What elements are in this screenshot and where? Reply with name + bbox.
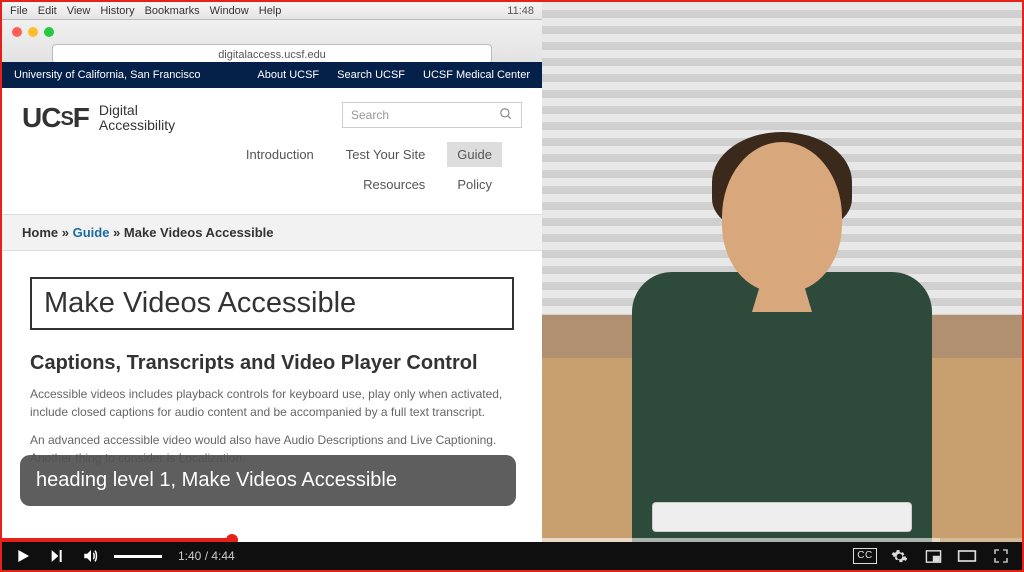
presenter-scene	[542, 2, 1022, 542]
mac-menu-bar: File Edit View History Bookmarks Window …	[2, 2, 542, 20]
address-bar[interactable]: digitalaccess.ucsf.edu	[52, 44, 492, 64]
theater-button[interactable]	[956, 545, 978, 567]
video-controls: 1:40 / 4:44 CC	[2, 542, 1022, 570]
top-link[interactable]: Search UCSF	[337, 69, 405, 81]
mac-menu-item[interactable]: Window	[210, 5, 249, 17]
nav-policy[interactable]: Policy	[447, 173, 502, 196]
mac-clock: 11:48	[507, 5, 534, 17]
presenter	[602, 102, 962, 542]
fullscreen-button[interactable]	[990, 545, 1012, 567]
close-icon[interactable]	[12, 27, 22, 37]
screenreader-caption: heading level 1, Make Videos Accessible	[20, 455, 516, 506]
settings-button[interactable]	[888, 545, 910, 567]
nav-introduction[interactable]: Introduction	[236, 142, 324, 167]
h1-focus-outline: Make Videos Accessible	[30, 277, 514, 330]
nav-guide[interactable]: Guide	[447, 142, 502, 167]
site-tag-2: Accessibility	[99, 118, 175, 133]
ucsf-top-bar: University of California, San Francisco …	[2, 62, 542, 88]
top-link[interactable]: UCSF Medical Center	[423, 69, 530, 81]
breadcrumb-current: Make Videos Accessible	[124, 225, 274, 240]
mac-menu-item[interactable]: History	[100, 5, 134, 17]
site-tag-1: Digital	[99, 103, 175, 118]
secondary-nav: Resources Policy	[22, 173, 522, 206]
page-title: Make Videos Accessible	[44, 287, 500, 320]
nav-test-your-site[interactable]: Test Your Site	[336, 142, 436, 167]
next-button[interactable]	[46, 545, 68, 567]
mac-menu-item[interactable]: File	[10, 5, 28, 17]
window-controls	[2, 20, 542, 44]
volume-button[interactable]	[80, 545, 102, 567]
cc-button[interactable]: CC	[854, 545, 876, 567]
breadcrumb-guide[interactable]: Guide	[73, 225, 110, 240]
search-input[interactable]: Search	[342, 102, 522, 128]
mac-menu-item[interactable]: Help	[259, 5, 282, 17]
zoom-icon[interactable]	[44, 27, 54, 37]
mac-menu-item[interactable]: Bookmarks	[145, 5, 200, 17]
mac-menu-item[interactable]: View	[67, 5, 91, 17]
time-display: 1:40 / 4:44	[178, 549, 235, 563]
primary-nav: Introduction Test Your Site Guide	[22, 134, 522, 173]
breadcrumb-home[interactable]: Home	[22, 225, 58, 240]
nav-resources[interactable]: Resources	[353, 173, 435, 196]
mac-menu-item[interactable]: Edit	[38, 5, 57, 17]
play-button[interactable]	[12, 545, 34, 567]
org-name: University of California, San Francisco	[14, 69, 200, 81]
search-placeholder: Search	[351, 108, 389, 122]
minimize-icon[interactable]	[28, 27, 38, 37]
body-paragraph: Accessible videos includes playback cont…	[30, 385, 514, 421]
section-heading: Captions, Transcripts and Video Player C…	[30, 352, 514, 375]
keyboard	[652, 502, 912, 532]
breadcrumb: Home » Guide » Make Videos Accessible	[2, 214, 542, 251]
top-link[interactable]: About UCSF	[257, 69, 319, 81]
miniplayer-button[interactable]	[922, 545, 944, 567]
search-icon[interactable]	[499, 107, 513, 124]
volume-slider[interactable]	[114, 555, 162, 558]
